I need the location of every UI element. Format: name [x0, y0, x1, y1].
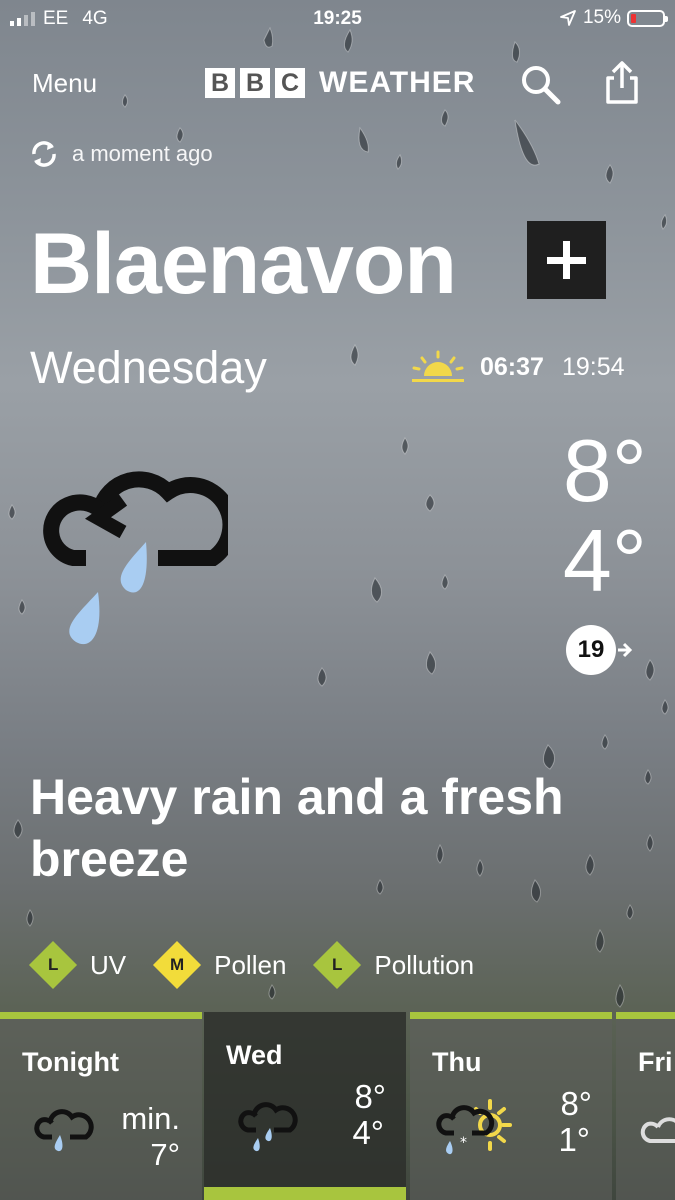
min-label: min. — [121, 1101, 180, 1136]
add-location-button[interactable] — [527, 221, 606, 299]
wind-direction-arrow-icon — [618, 642, 633, 658]
forecast-low: 4° — [352, 1114, 384, 1151]
sunset-time: 19:54 — [561, 352, 625, 381]
search-button[interactable] — [518, 62, 562, 106]
refresh-label: a moment ago — [72, 141, 213, 166]
forecast-card-tonight[interactable]: Tonight min. 7° — [0, 1012, 202, 1200]
refresh-icon — [32, 141, 56, 167]
svg-text:*: * — [460, 1135, 467, 1151]
status-bar: EE 4G 19:25 15% — [0, 0, 675, 38]
day-label: Wednesday — [30, 342, 267, 393]
pollen-level-badge: M — [153, 940, 202, 990]
uv-level-badge: L — [28, 940, 78, 990]
wind-speed: 19 — [566, 625, 616, 675]
share-icon — [606, 61, 638, 104]
forecast-day-label: Tonight — [22, 1047, 119, 1077]
sunrise-time: 06:37 — [480, 352, 544, 381]
min-temperature: 4° — [562, 511, 647, 610]
pollen-indicator[interactable]: M Pollen — [153, 940, 287, 990]
logo-letter: B — [240, 68, 270, 98]
forecast-low: 1° — [558, 1121, 590, 1158]
weather-summary: Heavy rain and a fresh breeze — [30, 769, 564, 887]
wind-indicator: 19 — [566, 625, 634, 675]
cloud-icon — [640, 1117, 675, 1143]
battery-icon — [627, 9, 668, 27]
forecast-day-label: Fri — [638, 1047, 673, 1077]
uv-label: UV — [90, 949, 127, 980]
forecast-low: 7° — [150, 1137, 180, 1172]
bbc-weather-logo: B B C WEATHER — [205, 66, 475, 100]
battery-percent: 15% — [582, 7, 621, 28]
forecast-day-label: Wed — [226, 1040, 283, 1070]
location-name: Blaenavon — [30, 216, 457, 312]
forecast-high: 8° — [560, 1085, 592, 1122]
pollen-label: Pollen — [214, 949, 287, 980]
heavy-rain-icon — [238, 1102, 298, 1152]
menu-button[interactable]: Menu — [32, 68, 97, 99]
sun-times: 06:37 19:54 — [410, 350, 625, 384]
forecast-card-thu[interactable]: Thu * 8° 1° — [410, 1012, 612, 1200]
forecast-card-fri[interactable]: Fri — [616, 1012, 675, 1200]
app-header: Menu B B C WEATHER — [0, 60, 675, 106]
environment-indicators: L UV M Pollen L Pollution — [28, 940, 508, 990]
plus-icon — [547, 241, 586, 279]
heavy-rain-icon — [43, 471, 228, 645]
pollution-level-badge: L — [313, 940, 362, 990]
forecast-temps: min. 7° — [121, 1101, 180, 1173]
search-icon — [522, 66, 561, 105]
sunrise-icon — [412, 350, 464, 382]
forecast-day-label: Thu — [432, 1047, 482, 1077]
sleet-sun-icon: * — [436, 1099, 512, 1155]
location-arrow-icon — [560, 10, 576, 26]
pollution-label: Pollution — [374, 949, 475, 980]
forecast-strip: Tonight min. 7° Wed 8° 4° Thu * 8° 1° Fr… — [0, 1012, 675, 1200]
forecast-high: 8° — [354, 1078, 386, 1115]
light-rain-icon — [34, 1109, 94, 1152]
logo-letter: B — [205, 68, 235, 98]
logo-letter: C — [275, 68, 305, 98]
status-right: 15% — [559, 7, 668, 29]
forecast-card-wed[interactable]: Wed 8° 4° — [204, 1012, 406, 1200]
share-button[interactable] — [600, 60, 644, 104]
refresh-status[interactable]: a moment ago — [28, 138, 213, 170]
logo-text: WEATHER — [319, 66, 476, 99]
max-temperature: 8° — [562, 421, 647, 520]
uv-indicator[interactable]: L UV — [28, 940, 127, 990]
pollution-indicator[interactable]: L Pollution — [313, 940, 475, 990]
